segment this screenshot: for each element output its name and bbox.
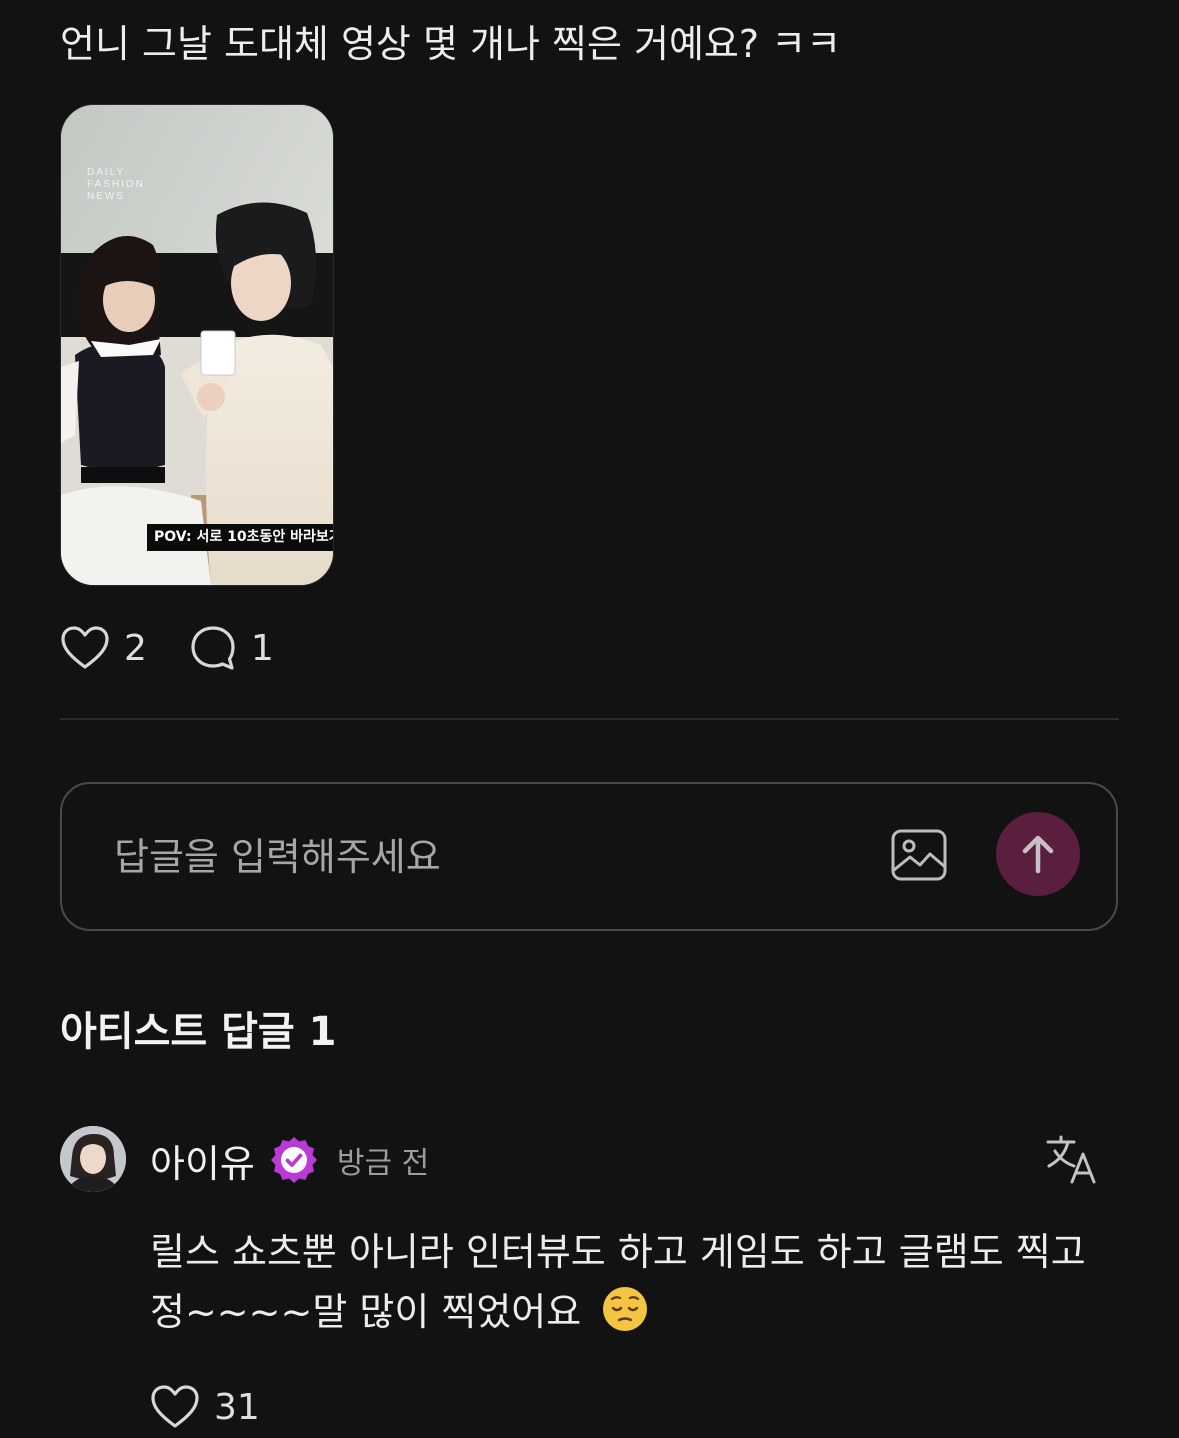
post-video-thumbnail[interactable]: DAILY FASHION NEWS POV: 서로 10초동안 바라보기 (60, 104, 334, 586)
avatar[interactable] (60, 1126, 126, 1192)
thumbnail-watermark: DAILY FASHION NEWS (87, 167, 145, 202)
comment-like-count: 31 (214, 1386, 260, 1428)
heart-icon (151, 1385, 199, 1428)
like-count: 2 (124, 627, 147, 669)
post-stats: 2 1 (60, 622, 316, 674)
thumbnail-caption: POV: 서로 10초동안 바라보기 (147, 524, 333, 551)
comment-timestamp: 방금 전 (336, 1146, 430, 1181)
attach-image-button[interactable] (890, 828, 948, 882)
comment-body: 릴스 쇼츠뿐 아니라 인터뷰도 하고 게임도 하고 글램도 찍고 정~~~~말 … (150, 1222, 1110, 1342)
comment-count: 1 (250, 627, 274, 669)
heart-icon (61, 626, 109, 669)
arrow-up-icon (1022, 835, 1054, 874)
translate-button[interactable] (1044, 1134, 1100, 1186)
avatar-image (60, 1126, 126, 1192)
reply-input[interactable] (112, 824, 816, 890)
translate-icon (1046, 1135, 1096, 1184)
comment-header: 아이유 방금 전 (150, 1130, 429, 1190)
comment-button[interactable]: 1 (189, 624, 274, 672)
post-text: 언니 그날 도대체 영상 몇 개나 찍은 거예요? ㅋㅋ (60, 22, 842, 66)
send-button[interactable] (996, 812, 1080, 896)
divider (60, 718, 1119, 720)
comment-author[interactable]: 아이유 (150, 1133, 255, 1188)
artist-replies-title: 아티스트 답글 1 (60, 1009, 337, 1055)
pensive-face-icon (603, 1287, 648, 1331)
image-icon (891, 829, 947, 881)
like-button[interactable]: 2 (60, 625, 147, 671)
reply-composer (60, 782, 1118, 931)
verified-badge-icon (270, 1137, 317, 1183)
speech-bubble-icon (191, 626, 235, 670)
comment-like-button[interactable]: 31 (150, 1380, 260, 1434)
